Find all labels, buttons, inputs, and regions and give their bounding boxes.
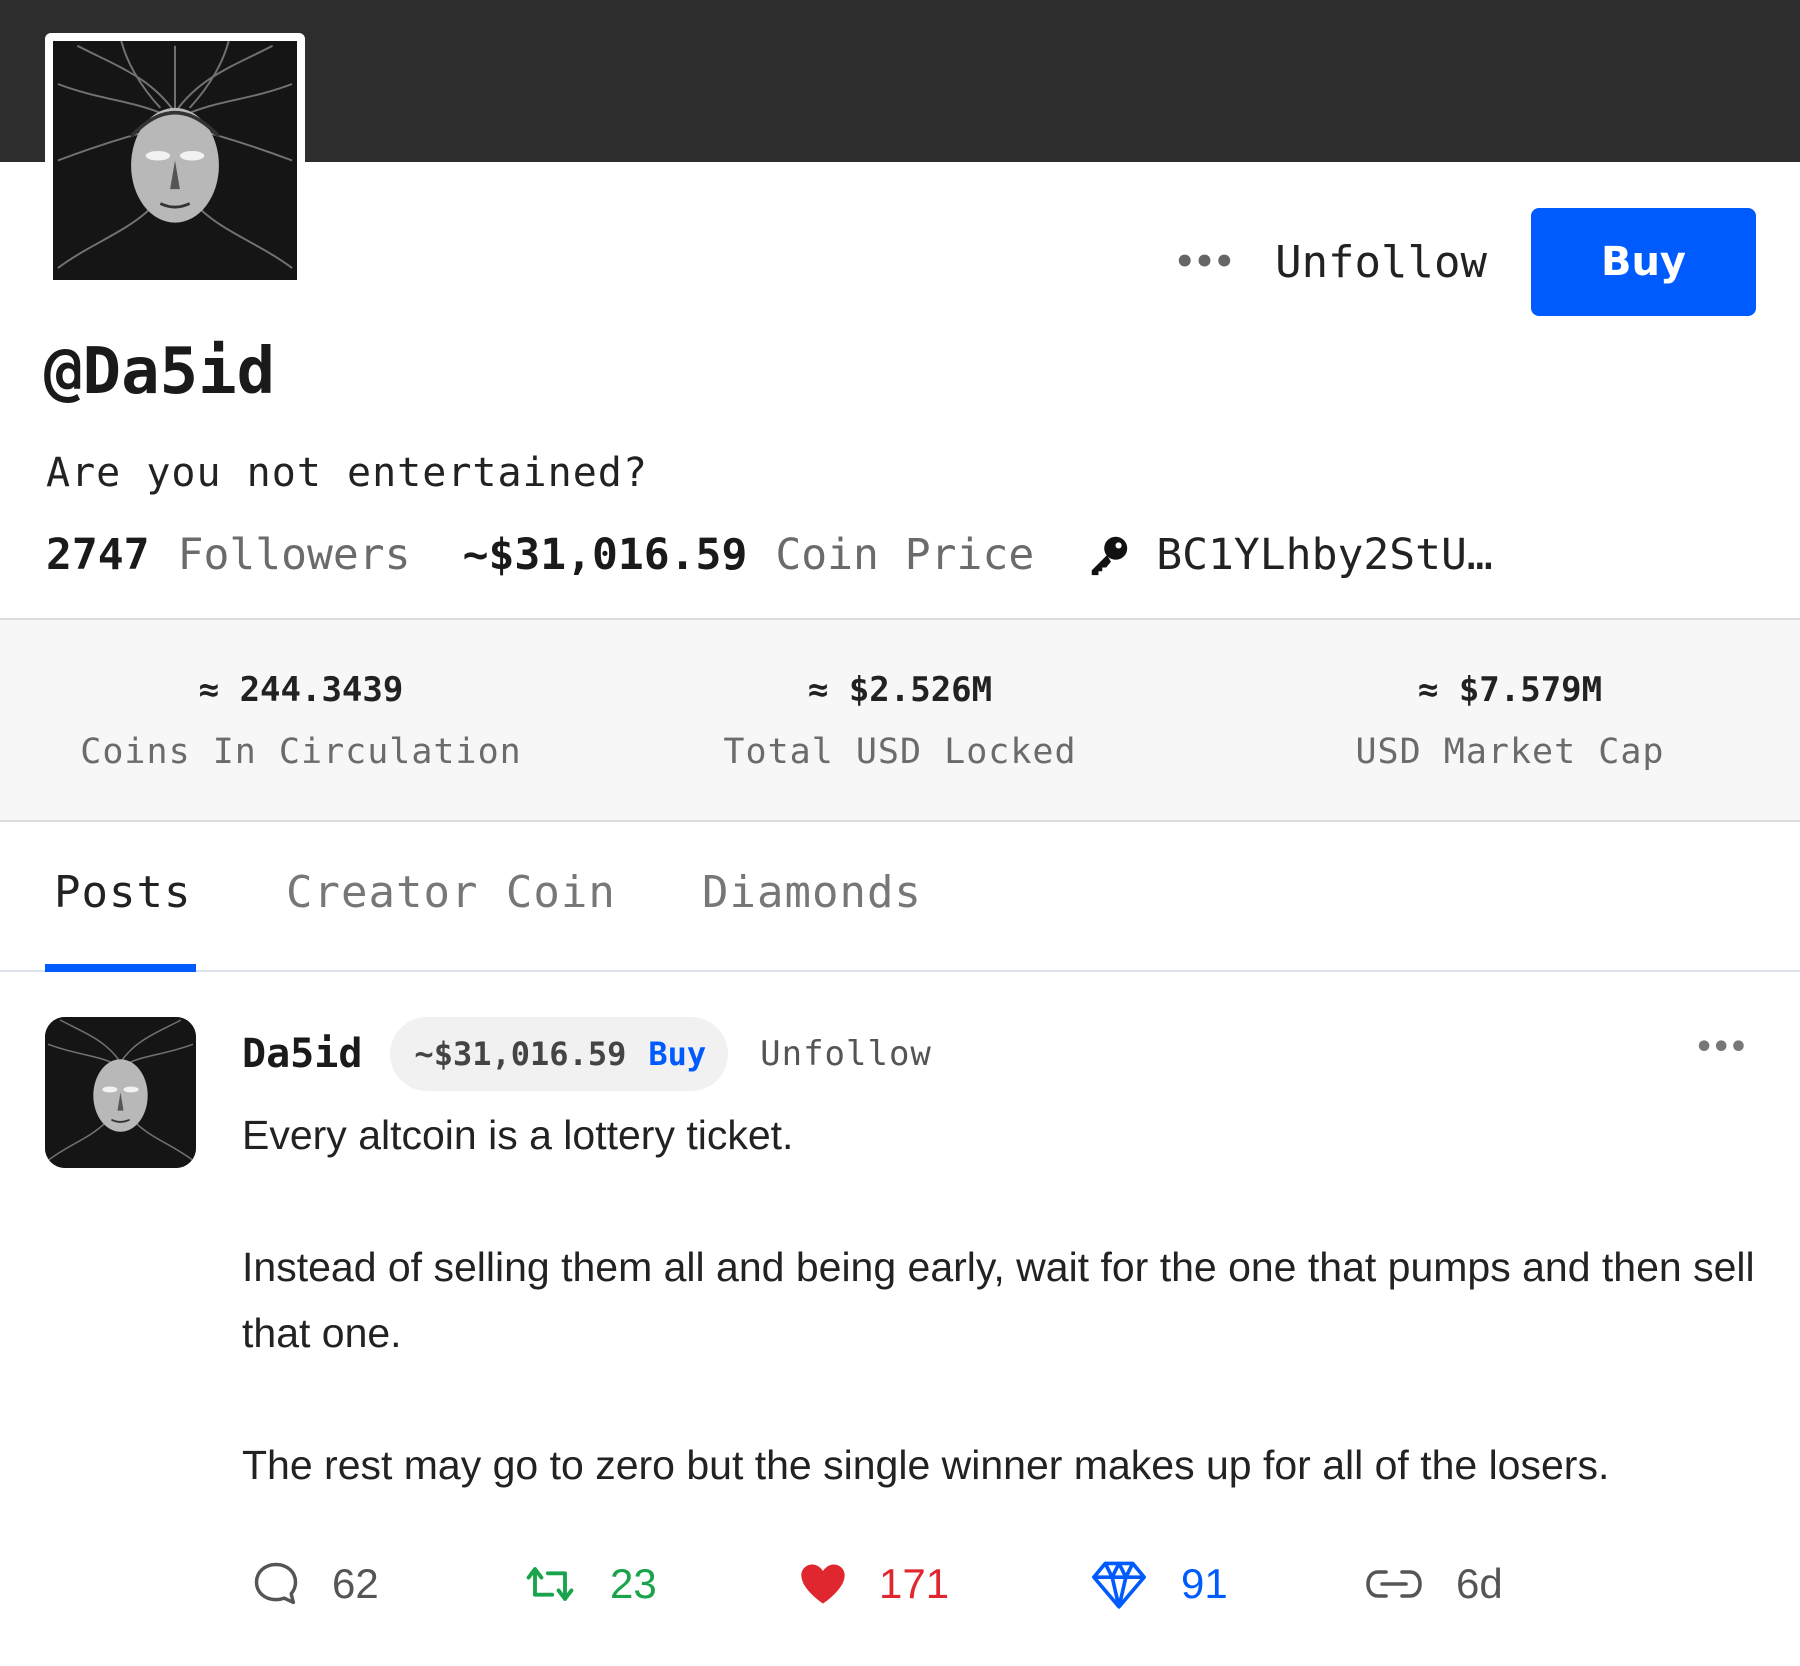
followers-label[interactable]: Followers xyxy=(178,530,411,580)
post-card[interactable]: Da5id ~$31,016.59 Buy Unfollow ••• Every… xyxy=(0,972,1800,1666)
post-more-options-icon[interactable]: ••• xyxy=(1694,1030,1748,1065)
coin-price-value: ~$31,016.59 xyxy=(462,530,748,580)
diamond-count: 91 xyxy=(1181,1560,1228,1607)
profile-actions: ••• Unfollow Buy xyxy=(1174,208,1756,316)
post-body: Every altcoin is a lottery ticket. Inste… xyxy=(242,1102,1762,1498)
profile-stats: 2747 Followers ~$31,016.59 Coin Price BC… xyxy=(46,530,1493,580)
metric-coins-in-circulation: ≈ 244.3439 Coins In Circulation xyxy=(76,670,526,772)
metric-value: ≈ $2.526M xyxy=(807,670,993,710)
repost-icon xyxy=(526,1567,574,1601)
diamond-icon xyxy=(1092,1561,1146,1609)
metric-total-usd-locked: ≈ $2.526M Total USD Locked xyxy=(700,670,1100,772)
tab-creator-coin[interactable]: Creator Coin xyxy=(286,867,616,918)
post-paragraph: Instead of selling them all and being ea… xyxy=(242,1244,1755,1356)
profile-bio: Are you not entertained? xyxy=(46,450,648,496)
key-icon xyxy=(1086,532,1132,578)
post-link[interactable]: 6d xyxy=(1362,1552,1503,1616)
metric-label: USD Market Cap xyxy=(1355,732,1665,772)
post-unfollow-button[interactable]: Unfollow xyxy=(760,1034,932,1074)
comment-icon xyxy=(254,1562,298,1605)
post-paragraph: Every altcoin is a lottery ticket. xyxy=(242,1112,794,1158)
profile-username: @Da5id xyxy=(44,335,276,409)
comment-count: 62 xyxy=(332,1560,379,1607)
post-avatar[interactable] xyxy=(45,1017,196,1168)
metric-label: Total USD Locked xyxy=(723,732,1077,772)
coin-price-pill[interactable]: ~$31,016.59 Buy xyxy=(390,1017,729,1091)
profile-avatar xyxy=(45,33,305,288)
buy-button[interactable]: Buy xyxy=(1531,208,1756,316)
coin-price-label: Coin Price xyxy=(775,530,1035,580)
repost-button[interactable]: 23 xyxy=(520,1552,657,1616)
repost-count: 23 xyxy=(610,1560,657,1607)
active-tab-indicator xyxy=(45,964,196,972)
post-paragraph: The rest may go to zero but the single w… xyxy=(242,1442,1610,1488)
like-count: 171 xyxy=(879,1560,950,1607)
pill-buy-button[interactable]: Buy xyxy=(648,1035,706,1073)
coin-metrics: ≈ 244.3439 Coins In Circulation ≈ $2.526… xyxy=(0,618,1800,822)
metric-value: ≈ $7.579M xyxy=(1417,670,1603,710)
tab-diamonds[interactable]: Diamonds xyxy=(702,867,922,918)
metric-value: ≈ 244.3439 xyxy=(198,670,404,710)
more-options-icon[interactable]: ••• xyxy=(1174,242,1235,282)
post-header: Da5id ~$31,016.59 Buy Unfollow xyxy=(242,1017,932,1091)
avatar-image xyxy=(45,1017,196,1168)
comment-button[interactable]: 62 xyxy=(250,1552,379,1616)
post-author[interactable]: Da5id xyxy=(242,1031,362,1077)
tab-posts[interactable]: Posts xyxy=(54,867,191,918)
heart-icon xyxy=(801,1564,845,1604)
diamond-button[interactable]: 91 xyxy=(1087,1552,1228,1616)
profile-tabs: Posts Creator Coin Diamonds xyxy=(0,822,1800,972)
metric-label: Coins In Circulation xyxy=(80,732,522,772)
unfollow-button[interactable]: Unfollow xyxy=(1275,237,1487,288)
followers-count[interactable]: 2747 xyxy=(46,530,150,580)
post-actions: 62 23 171 91 6d xyxy=(242,1552,1522,1616)
link-icon xyxy=(1366,1570,1422,1598)
post-age: 6d xyxy=(1456,1560,1503,1607)
metric-usd-market-cap: ≈ $7.579M USD Market Cap xyxy=(1340,670,1680,772)
pill-price: ~$31,016.59 xyxy=(414,1035,627,1073)
avatar-image xyxy=(53,41,297,280)
like-button[interactable]: 171 xyxy=(797,1552,949,1616)
public-key[interactable]: BC1YLhby2StU… xyxy=(1156,530,1493,580)
